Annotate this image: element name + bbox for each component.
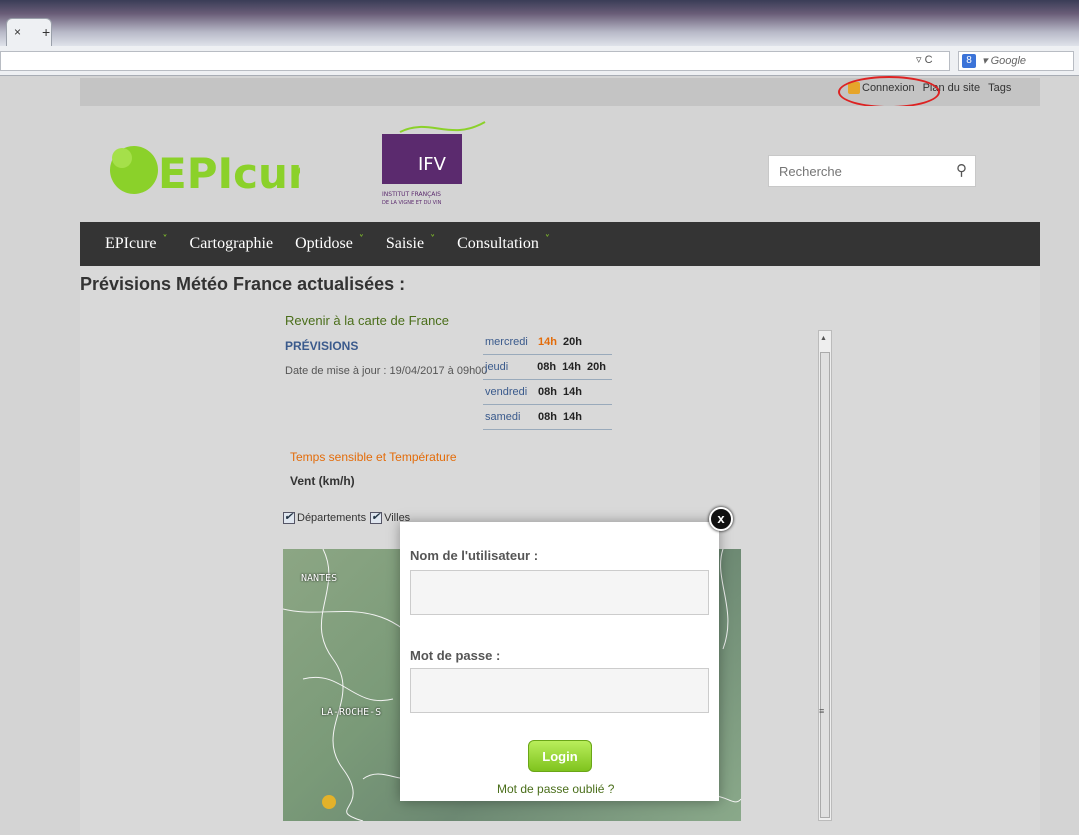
villes-checkbox[interactable] [370, 510, 383, 524]
chevron-down-icon: ˅ [358, 233, 364, 245]
forgot-password-link[interactable]: Mot de passe oublié ? [497, 782, 614, 796]
epicure-logo[interactable]: EPIcure [100, 140, 300, 202]
vent-link[interactable]: Vent (km/h) [290, 474, 355, 488]
forecast-hour-link[interactable]: 14h [562, 361, 581, 373]
password-field[interactable] [410, 668, 709, 713]
update-date: Date de mise à jour : 19/04/2017 à 09h00 [285, 365, 488, 377]
svg-text:DE LA VIGNE ET DU VIN: DE LA VIGNE ET DU VIN [382, 200, 442, 206]
nav-item-label: Optidose [295, 235, 353, 252]
nav-item-saisie[interactable]: Saisie ˅ [385, 233, 436, 253]
new-tab-icon[interactable]: + [42, 24, 50, 40]
scroll-grip-icon: ≡ [819, 706, 825, 716]
site-search-input[interactable] [769, 156, 939, 186]
browser-tabstrip [0, 0, 1079, 46]
site-search[interactable] [768, 155, 976, 187]
nav-item-optidose[interactable]: Optidose ˅ [295, 233, 364, 253]
chevron-down-icon: ˅ [544, 233, 550, 245]
forecast-hour-link[interactable]: 20h [587, 361, 606, 373]
forecast-day-row: samedi 08h 14h [483, 405, 612, 430]
forecast-day-row: mercredi 14h 20h [483, 330, 612, 355]
forecast-hour-link[interactable]: 08h [537, 361, 556, 373]
nav-item-label: EPIcure [105, 235, 157, 252]
day-name: vendredi [485, 386, 528, 398]
close-icon[interactable]: x [709, 507, 733, 531]
forecast-hour-link[interactable]: 20h [563, 336, 582, 348]
password-label: Mot de passe : [410, 648, 501, 663]
nav-item-label: Cartographie [189, 235, 274, 252]
search-icon[interactable]: ⚲ [956, 161, 967, 179]
reload-icon[interactable]: ▿ C [916, 53, 933, 66]
day-name: mercredi [485, 336, 528, 348]
sun-icon [322, 795, 336, 809]
forecast-days: mercredi 14h 20h jeudi 08h 14h 20h vendredi 08h 1… [483, 330, 612, 430]
city-label: NANTES [301, 573, 338, 584]
forecast-hour-link[interactable]: 08h [538, 411, 557, 423]
forecast-hour-link[interactable]: 14h [538, 336, 557, 348]
previsions-heading: PRÉVISIONS [285, 339, 359, 353]
city-label: LA-ROCHE-S [321, 707, 382, 718]
login-button[interactable]: Login [528, 740, 592, 772]
chevron-down-icon: ˅ [430, 233, 436, 245]
scrollbar-thumb[interactable] [820, 352, 830, 818]
temps-sensible-link[interactable]: Temps sensible et Température [290, 450, 457, 464]
username-label: Nom de l'utilisateur : [410, 548, 539, 563]
day-name: samedi [485, 411, 521, 423]
google-icon[interactable]: 8 [962, 54, 976, 68]
forecast-day-row: vendredi 08h 14h [483, 380, 612, 405]
day-name: jeudi [485, 361, 509, 373]
departements-checkbox[interactable] [283, 510, 295, 524]
annotation-ellipse [838, 76, 940, 108]
username-input[interactable] [411, 571, 708, 614]
nav-item-label: Consultation [457, 235, 539, 252]
nav-item-label: Saisie [385, 235, 425, 252]
map-layer-checks: Départements Villes [283, 510, 410, 524]
main-nav: EPIcure ˅ Cartographie Optidose ˅ Saisie ˅ Cons… [80, 222, 1040, 266]
page-title: Prévisions Météo France actualisées : [80, 274, 406, 294]
url-field[interactable] [0, 51, 950, 71]
svg-text:INSTITUT FRANÇAIS: INSTITUT FRANÇAIS [382, 191, 441, 198]
svg-text:IFV: IFV [418, 154, 447, 175]
username-field[interactable] [410, 570, 709, 615]
password-input[interactable] [411, 669, 708, 712]
nav-item-cartographie[interactable]: Cartographie [190, 235, 274, 253]
back-to-france-link[interactable]: Revenir à la carte de France [285, 313, 449, 328]
departements-label: Départements [297, 512, 367, 524]
close-tab-icon[interactable]: × [14, 25, 21, 39]
chevron-down-icon: ˅ [162, 233, 168, 245]
nav-item-epicure[interactable]: EPIcure ˅ [105, 233, 168, 253]
forecast-hour-link[interactable]: 14h [563, 386, 582, 398]
forecast-hour-link[interactable]: 14h [563, 411, 582, 423]
nav-item-consultation[interactable]: Consultation ˅ [457, 233, 550, 253]
forecast-hour-link[interactable]: 08h [538, 386, 557, 398]
forecast-day-row: jeudi 08h 14h 20h [483, 355, 612, 380]
epicure-logo-text: EPIcure [158, 149, 300, 198]
browser-search-placeholder: ▾ Google [982, 55, 1027, 67]
scroll-up-icon[interactable]: ▲ [820, 335, 827, 342]
ifv-logo[interactable]: IFV INSTITUT FRANÇAIS DE LA VIGNE ET DU … [380, 112, 490, 212]
tags-link[interactable]: Tags [988, 82, 1011, 94]
